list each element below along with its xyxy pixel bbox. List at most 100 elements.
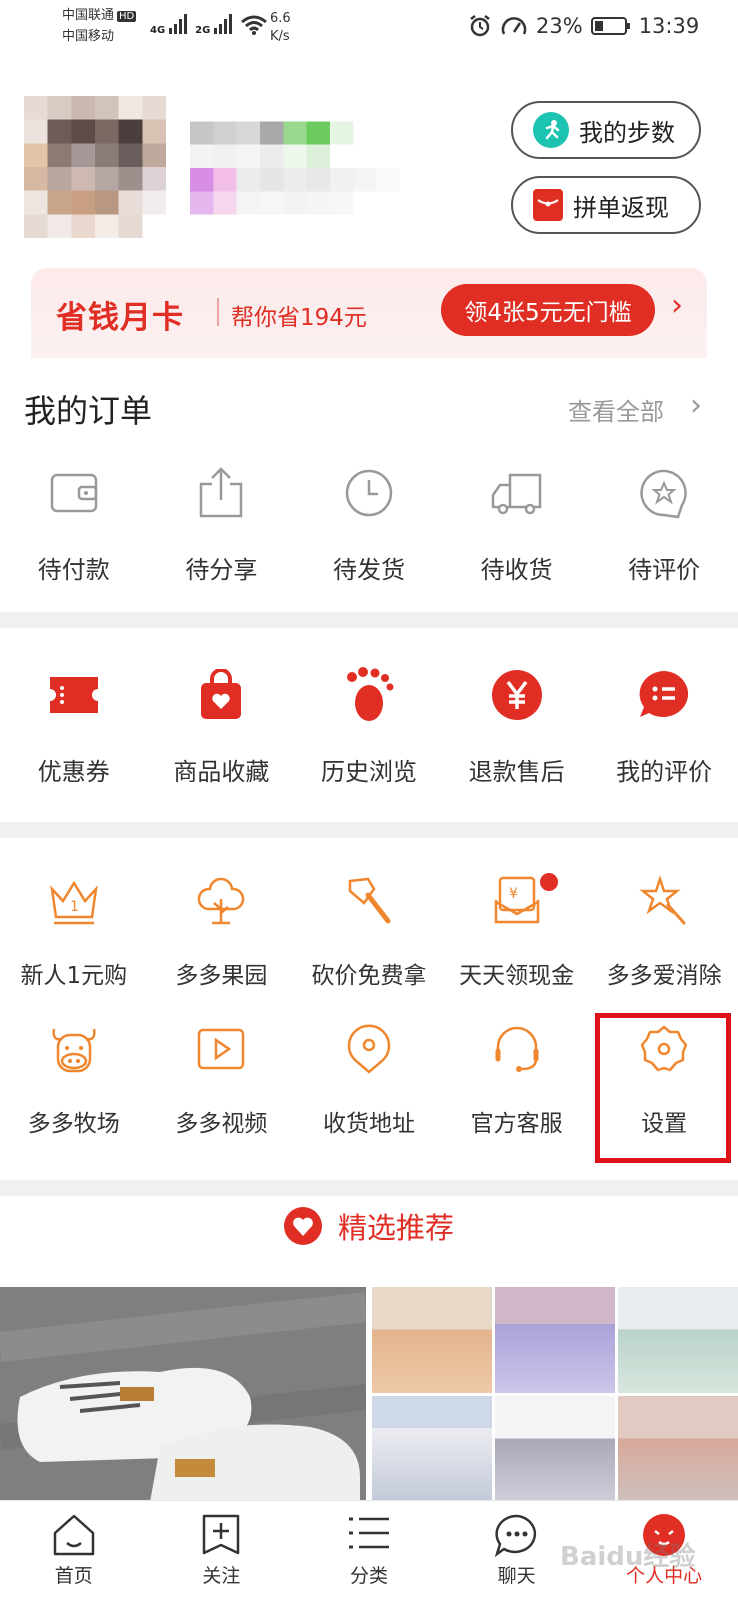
avatar[interactable] <box>24 96 166 238</box>
section-divider <box>0 1180 738 1196</box>
order-pending-share[interactable]: 待分享 <box>148 462 296 585</box>
follow-plus-icon <box>203 1514 240 1555</box>
recommend-title: 精选推荐 <box>337 1211 454 1245</box>
coupons-entry[interactable]: 优惠券 <box>0 664 148 787</box>
speed-unit: K/s <box>270 29 290 44</box>
coupon-claim-button[interactable]: 领4张5元无门槛 <box>441 284 655 336</box>
feature-label: 新人1元购 <box>20 963 128 989</box>
order-label: 待发货 <box>332 556 405 584</box>
headset-icon <box>492 1018 542 1080</box>
features-row-1: 1 新人1元购 多多果园 砍价免费拿 ¥ 天天领现金 多多爱消除 <box>0 870 738 990</box>
uniform-thumb <box>618 1396 738 1502</box>
feature-label: 天天领现金 <box>459 963 575 989</box>
wallet-icon <box>49 462 99 524</box>
tab-label: 首页 <box>54 1565 93 1587</box>
favorites-entry[interactable]: 商品收藏 <box>148 664 296 787</box>
feature-label: 官方客服 <box>470 1111 563 1137</box>
bargain-entry[interactable]: 砍价免费拿 <box>295 870 443 990</box>
tab-category[interactable]: 分类 <box>295 1501 443 1600</box>
service-label: 优惠券 <box>37 758 110 786</box>
ranch-entry[interactable]: 多多牧场 <box>0 1018 148 1138</box>
my-steps-button[interactable]: 我的步数 <box>511 101 701 159</box>
tab-follow[interactable]: 关注 <box>148 1501 296 1600</box>
feature-label: 砍价免费拿 <box>311 963 427 989</box>
recommend-header: 精选推荐 <box>0 1205 738 1247</box>
clock-icon <box>344 462 394 524</box>
review-star-icon <box>638 462 690 524</box>
hd-badge: HD <box>117 11 137 22</box>
star-wand-icon <box>638 870 690 932</box>
footprint-icon <box>344 664 394 726</box>
coupon-icon <box>48 664 100 726</box>
banner-divider <box>217 298 219 326</box>
feature-label: 收货地址 <box>322 1111 415 1137</box>
order-label: 待付款 <box>37 556 110 584</box>
red-envelope-icon <box>533 189 563 221</box>
feature-label: 多多视频 <box>175 1111 268 1137</box>
battery-icon <box>590 17 630 35</box>
notification-dot <box>540 873 558 891</box>
uniform-thumb <box>495 1396 615 1502</box>
uniform-thumb <box>372 1396 492 1502</box>
refund-entry[interactable]: 退款售后 <box>443 664 591 787</box>
speed-gauge-icon <box>501 17 527 35</box>
newcomer-deal-entry[interactable]: 1 新人1元购 <box>0 870 148 990</box>
category-list-icon <box>348 1517 389 1549</box>
order-pending-shipment[interactable]: 待发货 <box>295 462 443 585</box>
product-image-uniforms[interactable] <box>372 1287 738 1502</box>
order-status-row: 待付款 待分享 待发货 待收货 待评价 <box>0 462 738 585</box>
speed-value: 6.6 <box>270 11 291 26</box>
savings-card-banner[interactable]: 省钱月卡 帮你省194元 领4张5元无门槛 › <box>31 268 707 358</box>
group-cashback-label: 拼单返现 <box>573 193 669 222</box>
section-divider <box>0 612 738 628</box>
service-label: 退款售后 <box>468 758 565 786</box>
daily-cash-entry[interactable]: ¥ 天天领现金 <box>443 870 591 990</box>
chevron-right-icon: › <box>671 288 683 323</box>
alarm-icon <box>470 15 490 37</box>
axe-icon <box>344 870 394 932</box>
chevron-right-icon: › <box>690 388 702 423</box>
tab-label: 聊天 <box>497 1565 536 1587</box>
address-entry[interactable]: 收货地址 <box>295 1018 443 1138</box>
cow-icon <box>48 1018 100 1080</box>
running-person-icon <box>533 112 569 148</box>
signal-group: 4G 2G <box>150 12 268 36</box>
view-all-orders-link[interactable]: 查看全部 <box>568 392 664 427</box>
username-pixelated <box>190 121 400 215</box>
banner-title: 省钱月卡 <box>56 300 184 336</box>
tab-home[interactable]: 首页 <box>0 1501 148 1600</box>
history-entry[interactable]: 历史浏览 <box>295 664 443 787</box>
match-game-entry[interactable]: 多多爱消除 <box>590 870 738 990</box>
net-type-2: 2G <box>195 25 211 36</box>
order-pending-receipt[interactable]: 待收货 <box>443 462 591 585</box>
truck-icon <box>490 462 544 524</box>
crown-icon: 1 <box>48 870 100 932</box>
signal-icon <box>169 14 188 34</box>
battery-percent: 23% <box>536 14 583 38</box>
baidu-watermark: Baidu经验 <box>560 1542 696 1572</box>
sneaker-picture <box>0 1287 366 1502</box>
carrier-2: 中国移动 <box>62 29 115 44</box>
heart-icon <box>283 1207 322 1245</box>
order-label: 待收货 <box>480 556 553 584</box>
banner-subtitle: 帮你省194元 <box>231 305 367 331</box>
feature-label: 多多果园 <box>175 963 268 989</box>
tab-label: 分类 <box>349 1565 388 1587</box>
home-icon <box>53 1514 95 1556</box>
order-pending-payment[interactable]: 待付款 <box>0 462 148 585</box>
orchard-entry[interactable]: 多多果园 <box>148 870 296 990</box>
section-divider <box>0 822 738 838</box>
product-image-sneakers[interactable] <box>0 1287 366 1502</box>
order-pending-review[interactable]: 待评价 <box>590 462 738 585</box>
video-entry[interactable]: 多多视频 <box>148 1018 296 1138</box>
services-row: 优惠券 商品收藏 历史浏览 退款售后 我的评价 <box>0 664 738 787</box>
wifi-icon <box>241 15 268 35</box>
service-label: 历史浏览 <box>320 758 417 786</box>
uniform-thumb <box>495 1287 615 1393</box>
cash-envelope-icon: ¥ <box>494 870 540 932</box>
svg-text:1: 1 <box>70 899 79 915</box>
group-cashback-button[interactable]: 拼单返现 <box>511 176 701 234</box>
orders-title: 我的订单 <box>24 392 153 430</box>
customer-service-entry[interactable]: 官方客服 <box>443 1018 591 1138</box>
my-reviews-entry[interactable]: 我的评价 <box>590 664 738 787</box>
